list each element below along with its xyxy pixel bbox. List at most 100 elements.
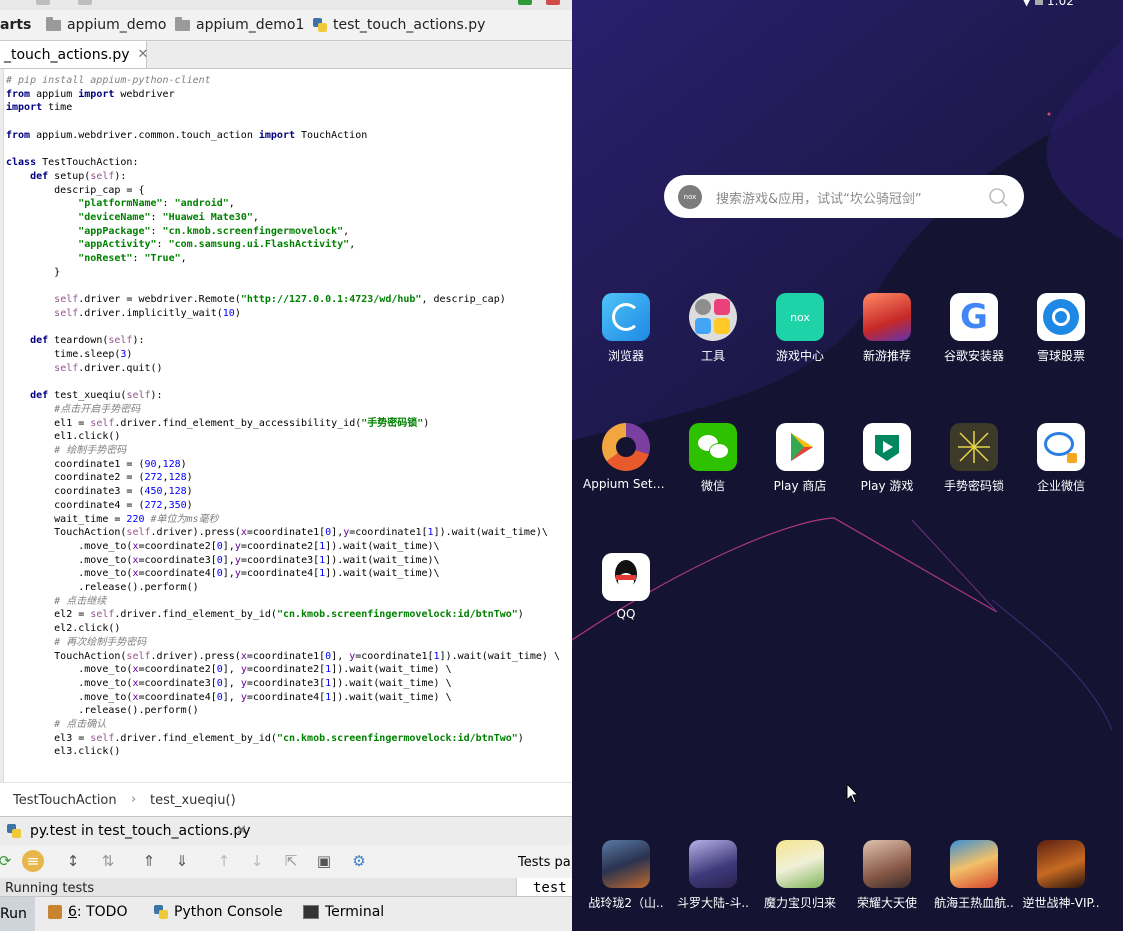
app-wechat[interactable]: 微信 [670,423,756,494]
breadcrumb-file[interactable]: test_touch_actions.py [313,15,485,35]
code-token: .driver = webdriver.Remote( [78,294,241,306]
app-wecom[interactable]: 企业微信 [1018,423,1104,494]
run-tab[interactable]: py.test in test_touch_actions.py ✕ [0,816,572,846]
code-token: # pip install appium-python-client [6,75,211,86]
code-token: el1.click() [6,431,121,443]
code-token: =coordinate1[ [349,527,428,539]
sort-alpha-icon[interactable]: ↕ [63,851,83,871]
game-center-icon-text: nox [790,310,810,324]
code-token: class [6,157,37,169]
code-token: setup( [48,170,91,182]
tab-test-touch-actions[interactable]: _touch_actions.py ✕ [0,41,149,68]
export-icon[interactable]: ⇱ [281,851,301,871]
code-token: , [180,253,187,265]
dock-app-2[interactable]: 斗罗大陆-斗.. [670,840,756,911]
toolbar-button-partial[interactable] [78,0,92,5]
code-token: # 点击继续 [54,595,107,607]
dock-app-3[interactable]: 魔力宝贝归来 [757,840,843,911]
code-line: from appium.webdriver.common.touch_actio… [6,130,367,141]
code-token: teardown( [48,335,109,347]
code-editor[interactable]: # pip install appium-python-client from … [0,69,572,782]
breadcrumb-project[interactable]: arts [0,15,31,35]
run-button-partial[interactable] [518,0,532,5]
stop-button-partial[interactable] [546,0,560,5]
search-bar[interactable]: nox 搜索游戏&应用，试试“坎公骑冠剑” [664,175,1024,218]
code-line: .release().perform() [6,582,198,593]
python-console-button[interactable]: Python Console [154,904,283,920]
code-token: time.sleep( [6,349,121,361]
app-label: 谷歌安装器 [943,349,1004,363]
app-new-games[interactable]: 新游推荐 [844,293,930,364]
previous-failed-icon[interactable]: ↑ [214,851,234,871]
close-icon[interactable]: ✕ [236,823,247,838]
breadcrumb-appium-demo[interactable]: appium_demo [46,15,166,35]
next-failed-icon[interactable]: ↓ [247,851,267,871]
appium-icon [602,423,650,471]
code-token: "android" [174,198,229,210]
code-token: =coordinate3[ [240,554,320,566]
code-token: 272 [144,472,163,484]
code-token: : [156,239,169,251]
sort-duration-icon[interactable]: ⇅ [98,851,118,871]
code-token: TouchAction( [6,650,127,662]
android-emulator-screen[interactable]: ▼ 1:02 nox 搜索游戏&应用，试试“坎公骑冠剑” 浏览器 工具 nox … [572,0,1123,931]
game-icon [689,840,737,888]
dock-app-5[interactable]: 航海王热血航.. [931,840,1017,911]
breadcrumb-appium-demo1[interactable]: appium_demo1 [175,15,304,35]
app-google-installer[interactable]: G 谷歌安装器 [931,293,1017,364]
run-tool-button[interactable]: Run [0,897,35,931]
rerun-icon[interactable]: ⟳ [0,851,15,871]
app-label: 魔力宝贝归来 [763,896,836,910]
toolbar-button-partial[interactable] [36,0,50,5]
app-qq[interactable]: QQ [583,553,669,621]
expand-all-icon[interactable]: ⇑ [139,851,159,871]
code-token: wait_time = [6,513,127,525]
history-icon[interactable]: ▣ [314,851,334,871]
settings-gear-icon[interactable]: ⚙ [349,851,369,871]
app-play-store[interactable]: Play 商店 [757,423,843,494]
dock-app-6[interactable]: 逆世战神-VIP.. [1018,840,1104,911]
code-line: def setup(self): [6,171,126,182]
code-line: "appPackage": "cn.kmob.screenfingermovel… [6,226,349,237]
dock-app-4[interactable]: 荣耀大天使 [844,840,930,911]
code-line: .move_to(x=coordinate2[0], y=coordinate2… [6,664,452,676]
code-line: "platformName": "android", [6,198,235,209]
app-play-games[interactable]: Play 游戏 [844,423,930,494]
code-token: ], [222,677,241,689]
app-game-center[interactable]: nox 游戏中心 [757,293,843,364]
game-center-icon: nox [776,293,824,341]
breadcrumb-class[interactable]: TestTouchAction [13,793,117,808]
app-gesture-lock[interactable]: 手势密码锁 [931,423,1017,494]
code-token: ]).wait(wait_time) \ [331,664,452,676]
code-line: #点击开启手势密码 [6,404,140,415]
app-tools[interactable]: 工具 [670,293,756,364]
todo-tool-button[interactable]: 6: TODO [48,904,127,920]
dock-app-1[interactable]: 战玲珑2（山.. [583,840,669,911]
app-label: 航海王热血航.. [934,896,1014,910]
show-passed-icon[interactable]: ≡ [22,850,44,872]
search-icon[interactable] [988,187,1008,207]
collapse-all-icon[interactable]: ⇓ [172,851,192,871]
breadcrumb-method[interactable]: test_xueqiu() [150,793,236,808]
code-line: "noReset": "True", [6,253,187,265]
code-line: def teardown(self): [6,335,144,347]
app-appium-settings[interactable]: Appium Settin.. [583,423,669,491]
app-browser[interactable]: 浏览器 [583,293,669,364]
code-token: self [90,732,115,744]
breadcrumb-label: test_touch_actions.py [333,17,486,33]
code-token: self [126,390,151,402]
code-token: "cn.kmob.screenfingermovelock:id/btnTwo" [276,609,518,621]
code-line: el2.click() [6,623,120,634]
code-line: # 点击继续 [6,596,106,607]
app-xueqiu[interactable]: 雪球股票 [1018,293,1104,364]
breadcrumb-label: arts [0,17,32,33]
code-token: } [6,266,61,278]
close-icon[interactable]: ✕ [138,47,149,62]
code-token: el3 = [6,732,91,744]
browser-icon [602,293,650,341]
terminal-button[interactable]: Terminal [303,904,384,920]
